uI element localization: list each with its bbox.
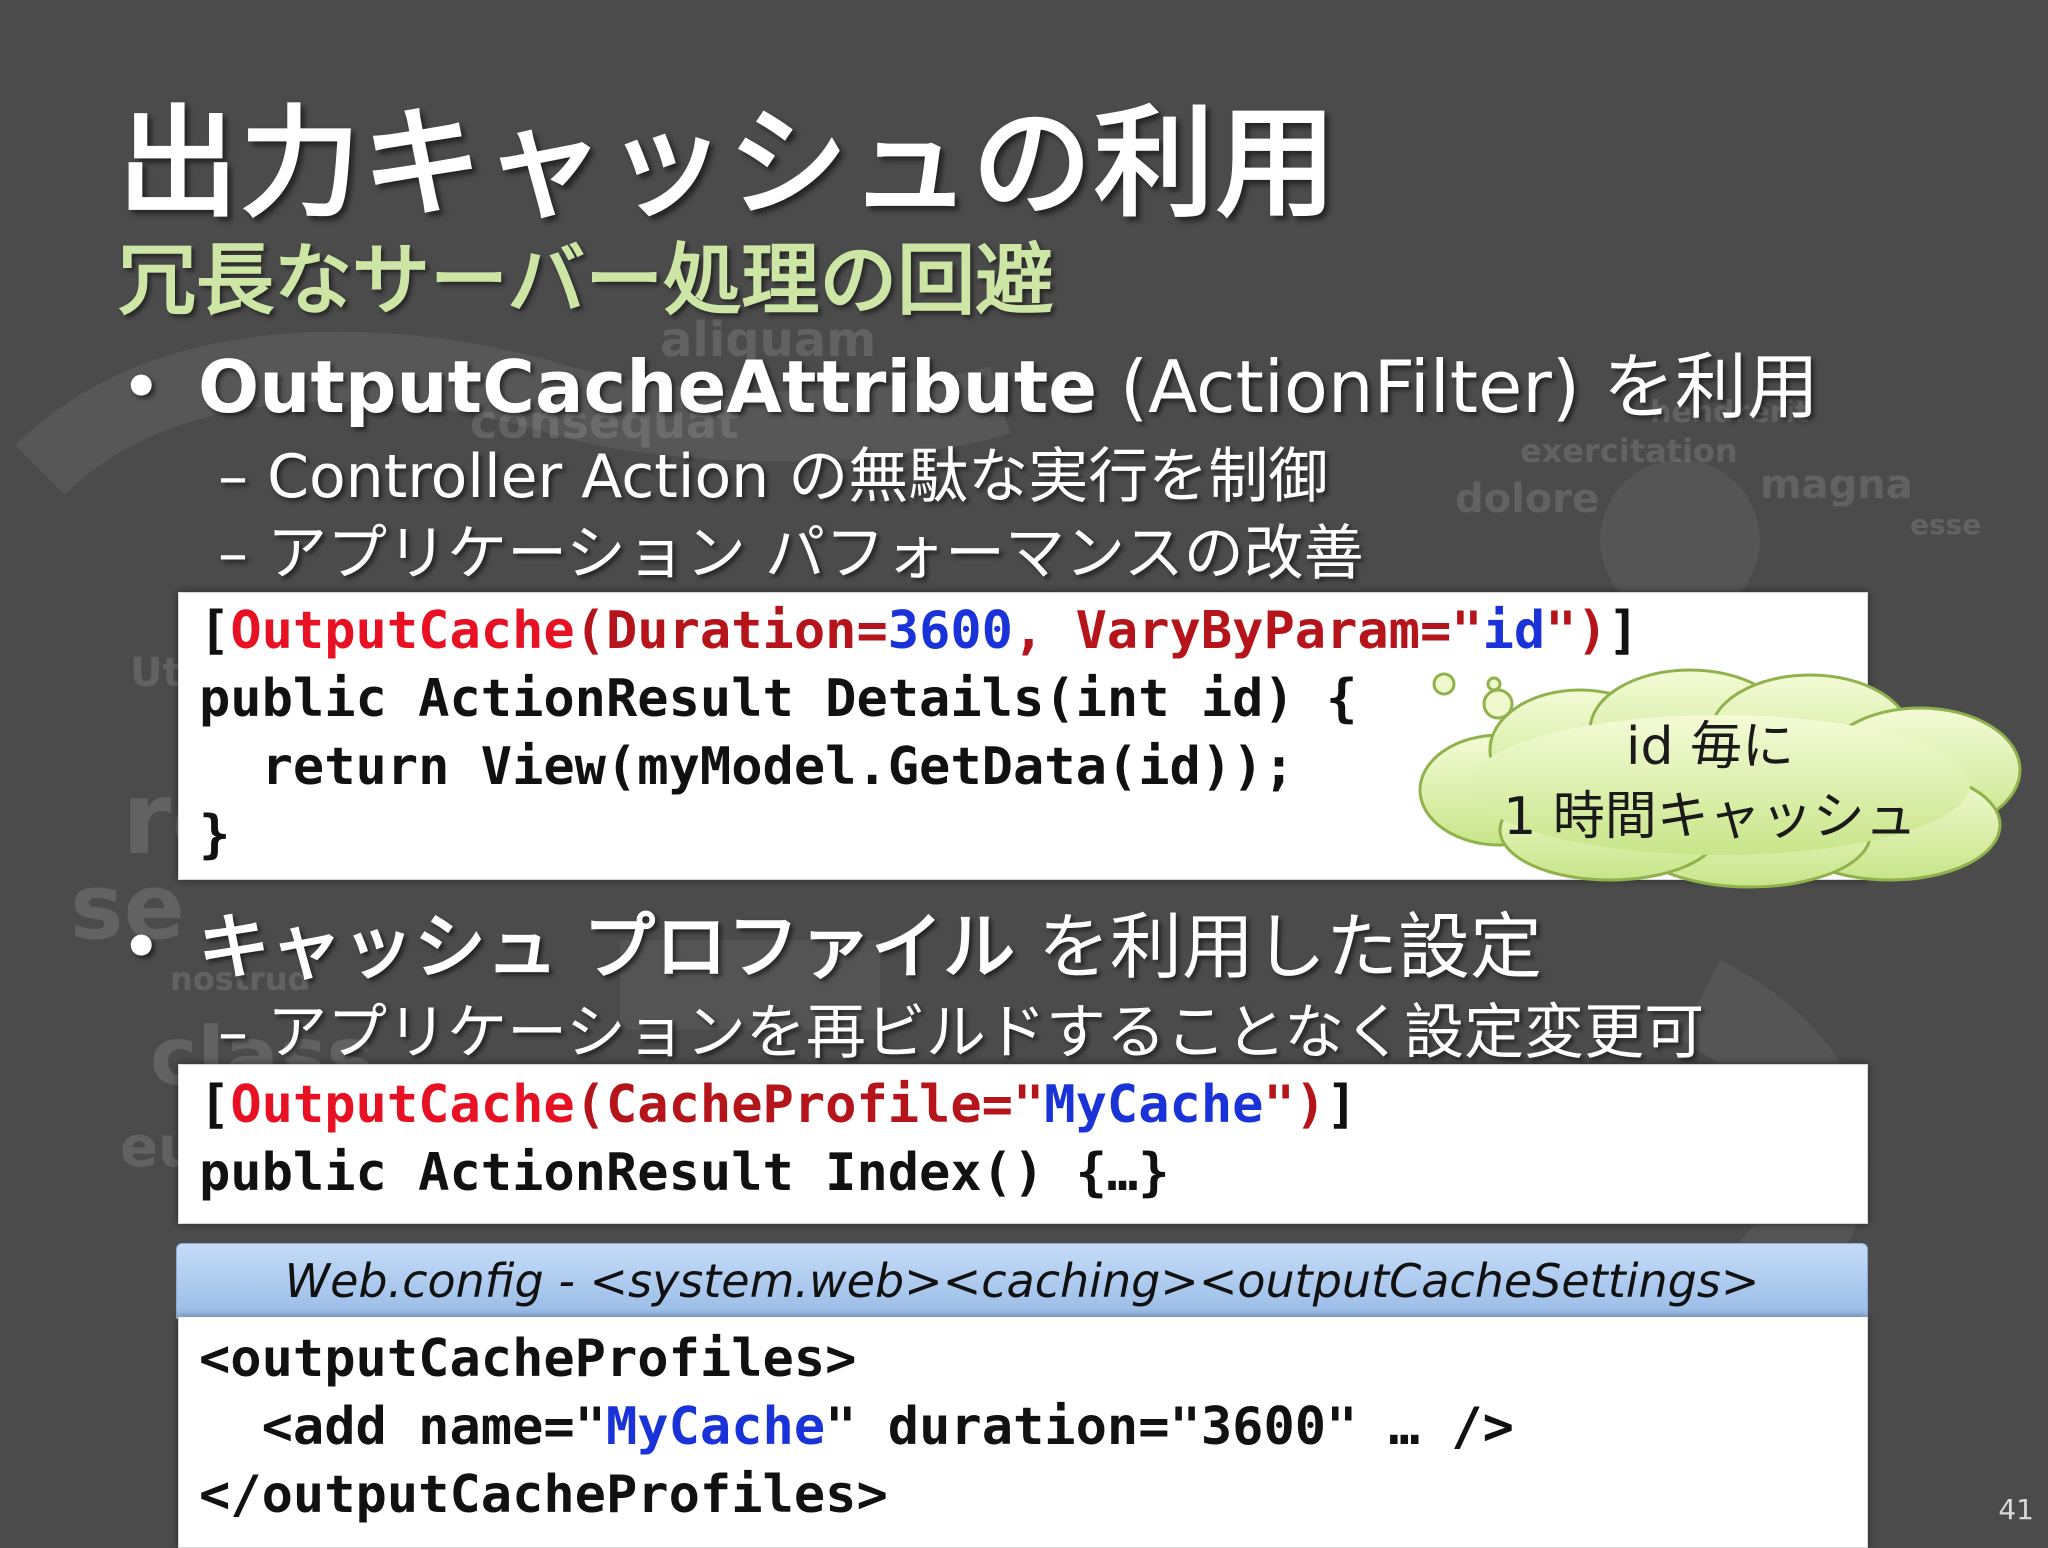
bg-word: dolore	[1455, 476, 1600, 522]
callout-line: 1 時間キャッシュ	[1503, 787, 1917, 847]
bg-word: exercitation	[1520, 432, 1738, 470]
code-block-index: [OutputCache(CacheProfile="MyCache")] pu…	[178, 1064, 1868, 1224]
code-string-value: id	[1482, 601, 1546, 661]
code-line: [OutputCache(CacheProfile="MyCache")]	[199, 1071, 1357, 1139]
code-line: </outputCacheProfiles>	[199, 1465, 888, 1525]
code-line: <add name="MyCache" duration="3600" … />	[199, 1393, 1514, 1461]
sub-bullet-no-rebuild: – アプリケーションを再ビルドすることなく設定変更可	[218, 998, 1705, 1068]
code-line: public ActionResult Index() {…}	[199, 1143, 1170, 1203]
bullet-cache-profile: • キャッシュ プロファイル を利用した設定	[120, 888, 1542, 993]
code-line: return View(myModel.GetData(id));	[199, 737, 1295, 797]
slide-title: 出力キャッシュの利用	[118, 95, 1338, 234]
code-token: ")	[1545, 601, 1608, 661]
code-block-web-config: <outputCacheProfiles> <add name="MyCache…	[178, 1317, 1868, 1548]
config-header: Web.config - <system.web><caching><outpu…	[176, 1243, 1868, 1319]
code-token: (Duration=	[574, 601, 888, 661]
callout-line: id 毎に	[1626, 717, 1794, 777]
code-token: ]	[1326, 1075, 1358, 1135]
bullet-output-cache-attribute: • OutputCacheAttribute (ActionFilter) を利用	[120, 328, 1819, 433]
code-line: [OutputCache(Duration=3600, VaryByParam=…	[199, 597, 1639, 665]
code-token: (CacheProfile="	[574, 1075, 1045, 1135]
code-string-value: MyCache	[606, 1397, 826, 1457]
code-token: <add name="	[199, 1397, 606, 1457]
bg-word: esse	[1910, 508, 1982, 541]
code-token: ")	[1263, 1075, 1327, 1135]
code-attribute: OutputCache	[230, 1075, 575, 1135]
page-number: 41	[1998, 1493, 2034, 1526]
bullet-dot: •	[120, 345, 163, 429]
code-line: public ActionResult Details(int id) {	[199, 669, 1358, 729]
sub-bullet-performance: – アプリケーション パフォーマンスの改善	[218, 519, 1364, 589]
code-line: <outputCacheProfiles>	[199, 1329, 857, 1389]
slide-subtitle: 冗長なサーバー処理の回避	[118, 236, 1054, 326]
bullet-bold-text: キャッシュ プロファイル	[198, 905, 1016, 989]
bullet-text: を利用した設定	[1015, 905, 1542, 989]
code-token: , VaryByParam="	[1013, 601, 1483, 661]
bg-word: Ut	[130, 650, 182, 696]
code-token: ]	[1607, 601, 1640, 661]
code-number: 3600	[887, 601, 1013, 661]
sub-bullet-controller-action: – Controller Action の無駄な実行を制御	[218, 442, 1329, 512]
code-token: [	[199, 601, 231, 661]
code-string-value: MyCache	[1044, 1075, 1264, 1135]
code-token: " duration="3600" … />	[825, 1397, 1514, 1457]
code-token: [	[199, 1075, 231, 1135]
bg-word: magna	[1760, 462, 1913, 508]
callout-text: id 毎に 1 時間キャッシュ	[1430, 712, 1990, 852]
code-attribute: OutputCache	[230, 601, 575, 661]
code-line: }	[199, 805, 231, 865]
bullet-bold-text: OutputCacheAttribute	[198, 345, 1098, 429]
bullet-text: (ActionFilter) を利用	[1097, 345, 1819, 429]
bullet-dot: •	[120, 905, 163, 989]
